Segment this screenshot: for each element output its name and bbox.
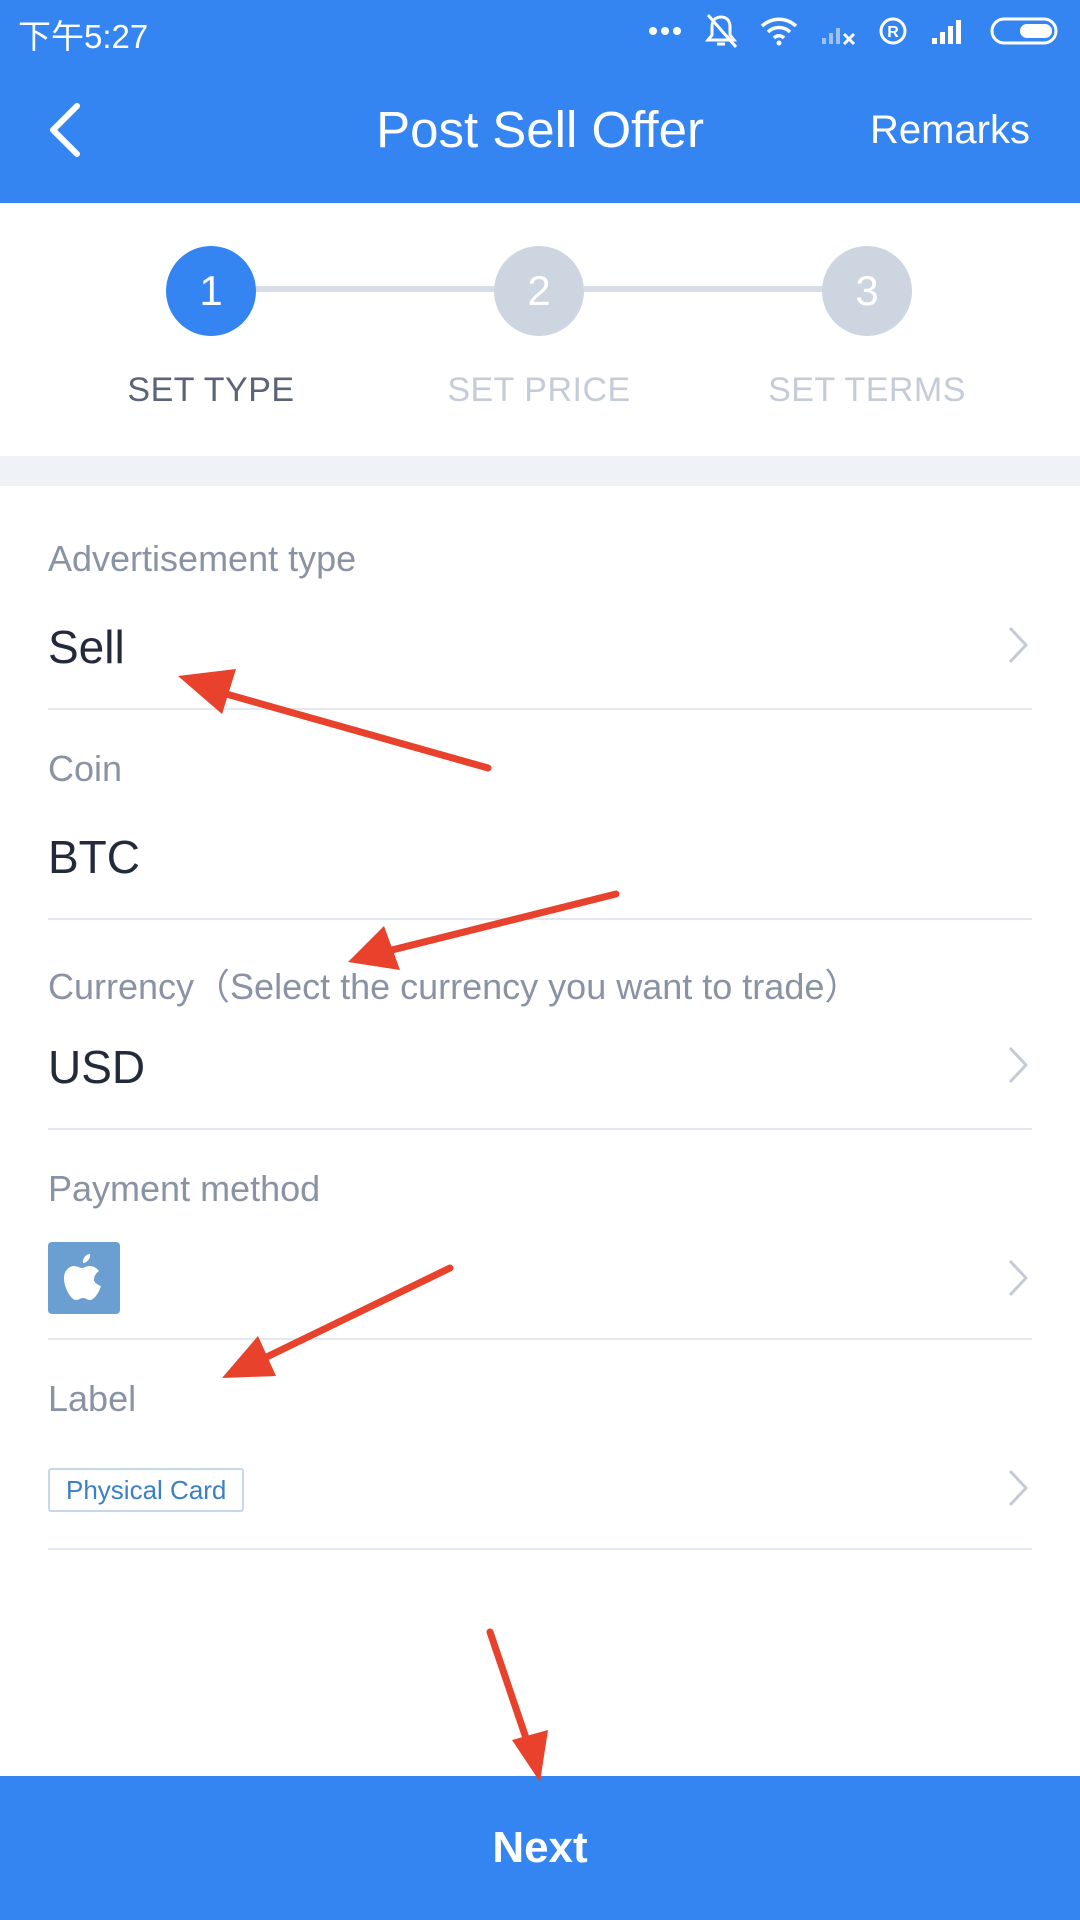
battery-icon bbox=[990, 17, 1058, 45]
svg-text:R: R bbox=[887, 24, 899, 41]
payment-method-field[interactable]: Payment method bbox=[48, 1130, 1032, 1340]
step-2-label: SET PRICE bbox=[447, 371, 631, 409]
advertisement-type-label: Advertisement type bbox=[48, 538, 357, 579]
step-connector bbox=[256, 286, 496, 292]
chevron-right-icon bbox=[1008, 1259, 1029, 1297]
label-field-label: Label bbox=[48, 1378, 137, 1419]
more-dots-icon bbox=[649, 27, 681, 35]
step-3-circle: 3 bbox=[822, 246, 912, 336]
chevron-right-icon bbox=[1008, 1046, 1029, 1084]
currency-field[interactable]: Currency（Select the currency you want to… bbox=[48, 920, 1032, 1130]
advertisement-type-field[interactable]: Advertisement type Sell bbox=[48, 486, 1032, 710]
wifi-icon bbox=[760, 17, 798, 46]
payment-method-label: Payment method bbox=[48, 1168, 321, 1209]
step-3-label: SET TERMS bbox=[768, 371, 966, 409]
remarks-button[interactable]: Remarks bbox=[870, 108, 1030, 153]
chevron-right-icon bbox=[1008, 1469, 1029, 1507]
registered-icon: R bbox=[879, 17, 907, 45]
app-header: 下午5:27 R Post Sell Offer Remarks bbox=[0, 0, 1080, 203]
step-connector bbox=[584, 286, 824, 292]
status-icons: R bbox=[648, 10, 1062, 52]
status-time: 下午5:27 bbox=[18, 18, 149, 55]
currency-label: Currency（Select the currency you want to… bbox=[48, 966, 861, 1007]
physical-card-tag: Physical Card bbox=[48, 1468, 245, 1512]
step-1-circle: 1 bbox=[166, 246, 256, 336]
next-button[interactable]: Next bbox=[0, 1776, 1080, 1920]
coin-label: Coin bbox=[48, 748, 123, 789]
apple-icon bbox=[48, 1242, 120, 1314]
annotation-arrow bbox=[486, 1628, 548, 1782]
coin-field: Coin BTC bbox=[48, 710, 1032, 920]
coin-value: BTC bbox=[48, 831, 140, 883]
currency-value: USD bbox=[48, 1041, 146, 1093]
step-2-circle: 2 bbox=[494, 246, 584, 336]
label-field[interactable]: Label Physical Card bbox=[48, 1340, 1032, 1550]
bell-muted-icon bbox=[704, 14, 738, 48]
signal-off-icon bbox=[822, 28, 856, 46]
advertisement-type-value: Sell bbox=[48, 621, 125, 673]
signal-icon bbox=[932, 20, 961, 44]
chevron-right-icon bbox=[1008, 626, 1029, 664]
step-1-label: SET TYPE bbox=[127, 371, 295, 409]
back-button[interactable] bbox=[30, 90, 100, 170]
chevron-left-icon bbox=[50, 103, 80, 157]
section-divider bbox=[0, 456, 1080, 486]
